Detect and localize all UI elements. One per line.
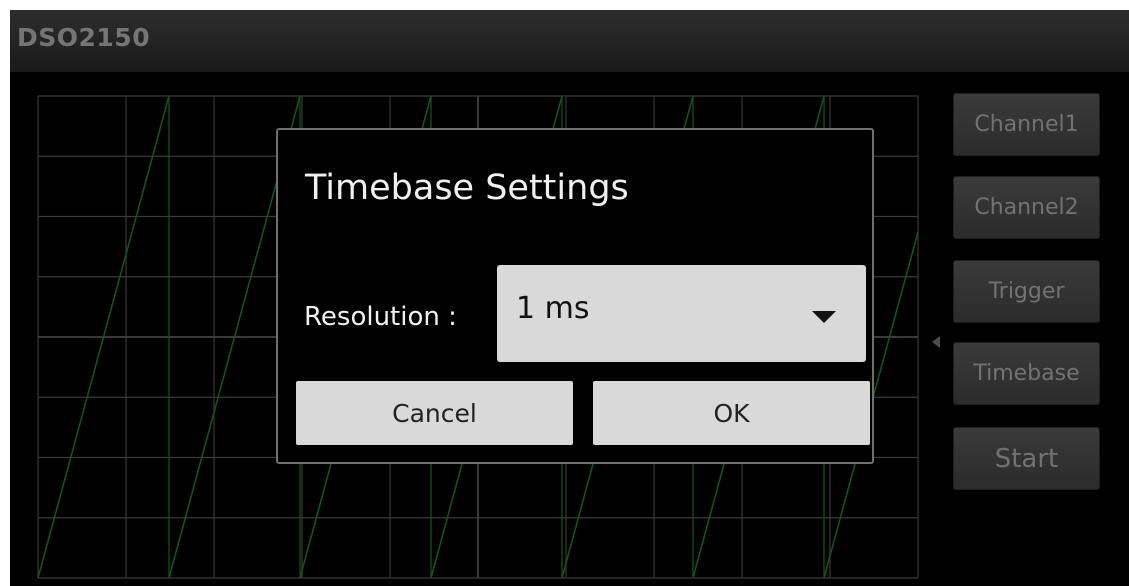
dialog-title: Timebase Settings [305, 168, 629, 208]
resolution-select[interactable]: 1 ms [497, 265, 866, 362]
resolution-label: Resolution : [304, 302, 457, 332]
timebase-settings-dialog: Timebase Settings Resolution : 1 ms Canc… [276, 128, 874, 464]
chevron-down-icon [812, 311, 836, 323]
cancel-button-label: Cancel [392, 398, 477, 428]
ok-button[interactable]: OK [593, 381, 870, 445]
cancel-button[interactable]: Cancel [296, 381, 573, 445]
resolution-value: 1 ms [516, 291, 590, 326]
oscilloscope-app: DSO2150 Channel1 Channel2 Trigger Timeba… [10, 10, 1129, 586]
ok-button-label: OK [713, 398, 750, 428]
